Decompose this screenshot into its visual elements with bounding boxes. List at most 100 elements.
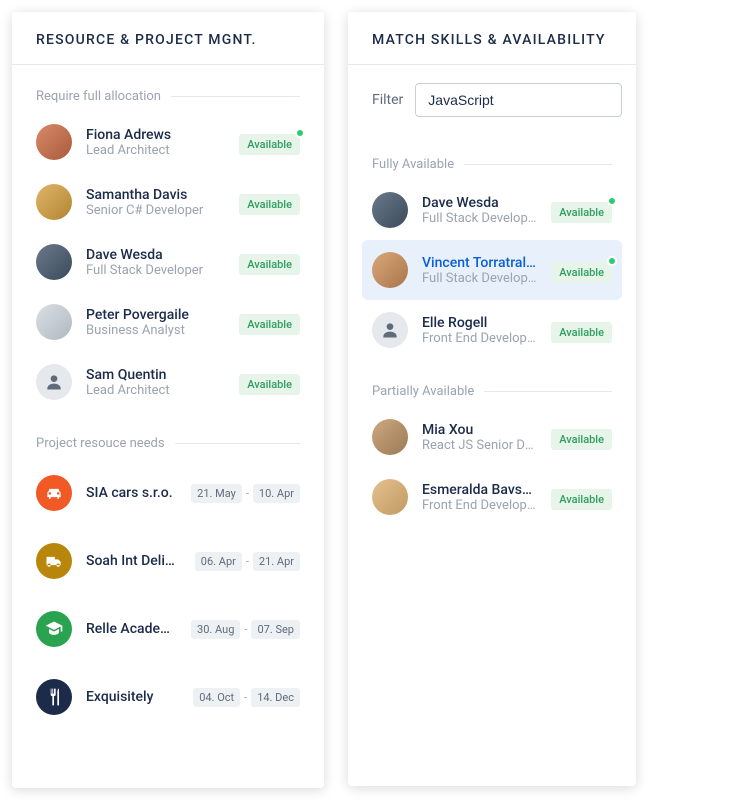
person-info: Vincent Torratrallie Full Stack Develope… (422, 255, 537, 286)
panel-header: RESOURCE & PROJECT MGNT. (12, 12, 324, 65)
avatar (372, 252, 408, 288)
status-badge-wrap: Available (551, 321, 612, 340)
status-badge-wrap: Available (239, 193, 300, 212)
person-info: Samantha Davis Senior C# Developer (86, 187, 225, 218)
status-badge: Available (239, 374, 300, 395)
filter-input[interactable] (415, 83, 622, 117)
date-start: 21. May (191, 484, 242, 503)
project-row[interactable]: Exquisitely 04. Oct - 14. Dec (36, 663, 300, 731)
avatar (372, 419, 408, 455)
match-skills-panel: MATCH SKILLS & AVAILABILITY Filter Fully… (348, 12, 636, 786)
person-role: Full Stack Developer (422, 211, 537, 226)
date-end: 10. Apr (253, 484, 300, 503)
person-name: Elle Rogell (422, 315, 537, 331)
partial-available-list: Mia Xou React JS Senior Devel... Availab… (348, 407, 636, 527)
person-name: Dave Wesda (422, 195, 537, 211)
status-badge: Available (239, 314, 300, 335)
person-role: Senior C# Developer (86, 203, 225, 218)
person-name: Dave Wesda (86, 247, 225, 263)
status-badge-wrap: Available (551, 201, 612, 220)
person-row[interactable]: Elle Rogell Front End Developer Availabl… (372, 300, 612, 360)
person-row[interactable]: Dave Wesda Full Stack Developer Availabl… (36, 232, 300, 292)
panel-body: Require full allocation Fiona Adrews Lea… (12, 65, 324, 788)
person-role: Lead Architect (86, 383, 225, 398)
person-name: Esmeralda Bavskaris (422, 482, 537, 498)
person-name: Peter Povergaile (86, 307, 225, 323)
project-name: SIA cars s.r.o. (86, 485, 177, 501)
status-badge-wrap: Available (551, 261, 612, 280)
status-badge: Available (551, 322, 612, 343)
section-label-allocation: Require full allocation (36, 89, 300, 104)
person-row[interactable]: Samantha Davis Senior C# Developer Avail… (36, 172, 300, 232)
project-row[interactable]: Relle Academy 30. Aug - 07. Sep (36, 595, 300, 663)
person-info: Peter Povergaile Business Analyst (86, 307, 225, 338)
person-icon (380, 320, 400, 340)
person-row[interactable]: Dave Wesda Full Stack Developer Availabl… (372, 180, 612, 240)
person-name: Samantha Davis (86, 187, 225, 203)
person-role: Front End Developer (422, 498, 537, 513)
avatar (36, 124, 72, 160)
avatar (372, 479, 408, 515)
person-name: Mia Xou (422, 422, 537, 438)
date-separator: - (244, 623, 247, 636)
project-dates: 04. Oct - 14. Dec (193, 688, 300, 707)
car-icon (36, 475, 72, 511)
project-dates: 21. May - 10. Apr (191, 484, 300, 503)
person-row[interactable]: Mia Xou React JS Senior Devel... Availab… (372, 407, 612, 467)
panel-header: MATCH SKILLS & AVAILABILITY (348, 12, 636, 65)
status-badge-wrap: Available (551, 428, 612, 447)
person-info: Fiona Adrews Lead Architect (86, 127, 225, 158)
person-role: Full Stack Developer (422, 271, 537, 286)
date-separator: - (246, 555, 249, 568)
project-row[interactable]: Soah Int Deliveries 06. Apr - 21. Apr (36, 527, 300, 595)
status-badge: Available (239, 254, 300, 275)
person-role: Front End Developer (422, 331, 537, 346)
person-role: Full Stack Developer (86, 263, 225, 278)
date-end: 07. Sep (251, 620, 300, 639)
status-badge: Available (551, 202, 612, 223)
date-start: 04. Oct (193, 688, 240, 707)
date-start: 30. Aug (191, 620, 240, 639)
avatar (36, 304, 72, 340)
status-badge: Available (551, 489, 612, 510)
status-dot-icon (607, 256, 617, 266)
status-badge-wrap: Available (239, 313, 300, 332)
person-name: Sam Quentin (86, 367, 225, 383)
date-start: 06. Apr (195, 552, 242, 571)
project-name: Exquisitely (86, 689, 179, 705)
person-info: Elle Rogell Front End Developer (422, 315, 537, 346)
avatar (36, 364, 72, 400)
date-end: 14. Dec (251, 688, 300, 707)
restaurant-icon (36, 679, 72, 715)
person-info: Esmeralda Bavskaris Front End Developer (422, 482, 537, 513)
date-end: 21. Apr (253, 552, 300, 571)
person-name: Vincent Torratrallie (422, 255, 537, 271)
person-info: Mia Xou React JS Senior Devel... (422, 422, 537, 453)
filter-row: Filter (348, 65, 636, 133)
avatar (372, 192, 408, 228)
avatar (36, 244, 72, 280)
status-badge: Available (239, 194, 300, 215)
person-name: Fiona Adrews (86, 127, 225, 143)
status-badge: Available (551, 262, 612, 283)
panel-title: RESOURCE & PROJECT MGNT. (36, 32, 300, 48)
filter-label: Filter (372, 92, 403, 108)
person-row[interactable]: Sam Quentin Lead Architect Available (36, 352, 300, 412)
person-row[interactable]: Esmeralda Bavskaris Front End Developer … (372, 467, 612, 527)
status-dot-icon (607, 196, 617, 206)
person-row-selected[interactable]: Vincent Torratrallie Full Stack Develope… (362, 240, 622, 300)
person-row[interactable]: Peter Povergaile Business Analyst Availa… (36, 292, 300, 352)
section-label-projects: Project resouce needs (36, 436, 300, 451)
status-badge-wrap: Available (239, 373, 300, 392)
project-name: Soah Int Deliveries (86, 553, 181, 569)
person-icon (44, 372, 64, 392)
resource-project-panel: RESOURCE & PROJECT MGNT. Require full al… (12, 12, 324, 788)
person-info: Sam Quentin Lead Architect (86, 367, 225, 398)
full-available-list: Dave Wesda Full Stack Developer Availabl… (348, 180, 636, 360)
date-separator: - (246, 487, 249, 500)
delivery-icon (36, 543, 72, 579)
date-separator: - (244, 691, 247, 704)
person-info: Dave Wesda Full Stack Developer (422, 195, 537, 226)
project-row[interactable]: SIA cars s.r.o. 21. May - 10. Apr (36, 459, 300, 527)
person-row[interactable]: Fiona Adrews Lead Architect Available (36, 112, 300, 172)
